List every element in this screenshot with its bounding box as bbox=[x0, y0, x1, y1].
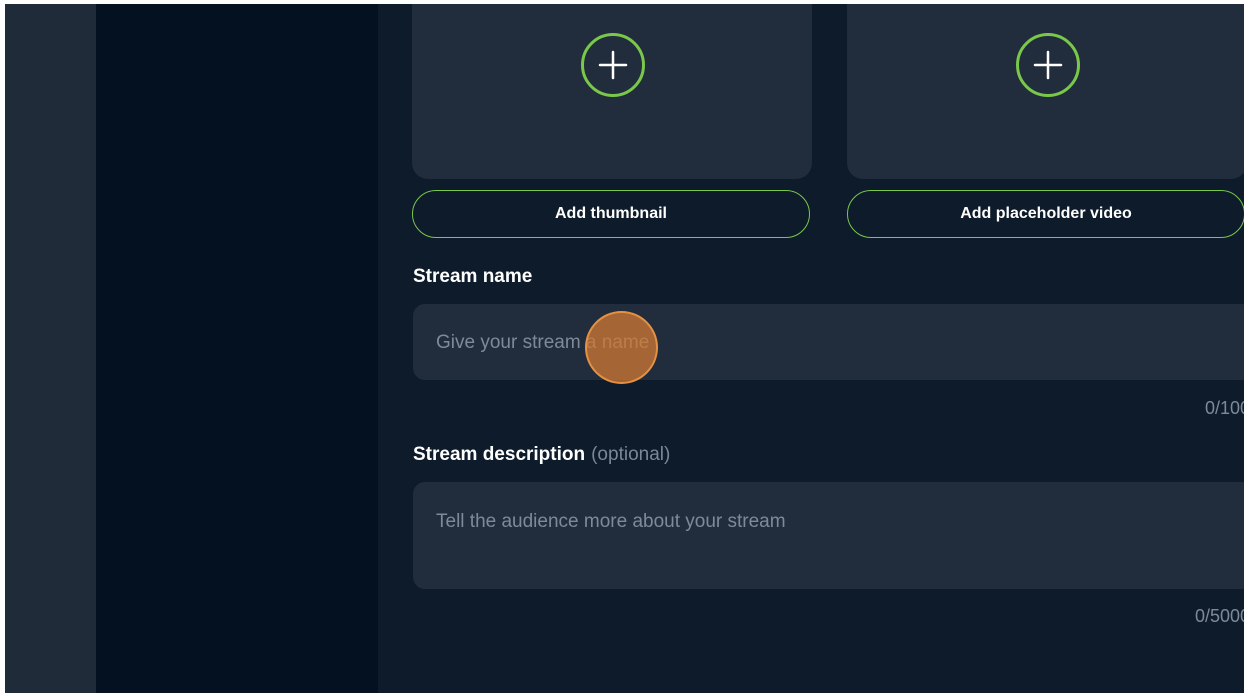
stream-name-label: Stream name bbox=[413, 266, 533, 287]
stream-description-label: Stream description (optional) bbox=[413, 444, 670, 466]
stream-name-input[interactable]: Give your stream a name bbox=[413, 304, 1244, 380]
stream-description-label-text: Stream description bbox=[413, 444, 586, 465]
stream-description-input[interactable]: Tell the audience more about your stream bbox=[413, 482, 1244, 589]
stream-name-char-counter: 0/100 bbox=[1204, 398, 1244, 418]
plus-icon bbox=[598, 50, 628, 80]
add-placeholder-video-button[interactable]: Add placeholder video bbox=[847, 190, 1244, 238]
app-window: Add thumbnail Add placeholder video Stre… bbox=[5, 4, 1244, 693]
optional-tag: (optional) bbox=[591, 444, 671, 465]
stream-description-placeholder: Tell the audience more about your stream bbox=[436, 511, 786, 532]
plus-icon bbox=[1033, 50, 1063, 80]
placeholder-video-upload-area[interactable] bbox=[847, 4, 1244, 179]
click-indicator bbox=[585, 311, 658, 384]
thumbnail-upload-area[interactable] bbox=[412, 4, 812, 179]
add-placeholder-video-plus-icon[interactable] bbox=[1016, 33, 1080, 97]
stream-description-char-counter: 0/5000 bbox=[1194, 606, 1244, 626]
add-thumbnail-button[interactable]: Add thumbnail bbox=[412, 190, 810, 238]
side-navigation bbox=[96, 4, 378, 693]
add-thumbnail-plus-icon[interactable] bbox=[581, 33, 645, 97]
icon-rail bbox=[5, 4, 96, 693]
stream-setup-form: Add thumbnail Add placeholder video Stre… bbox=[378, 4, 1244, 693]
